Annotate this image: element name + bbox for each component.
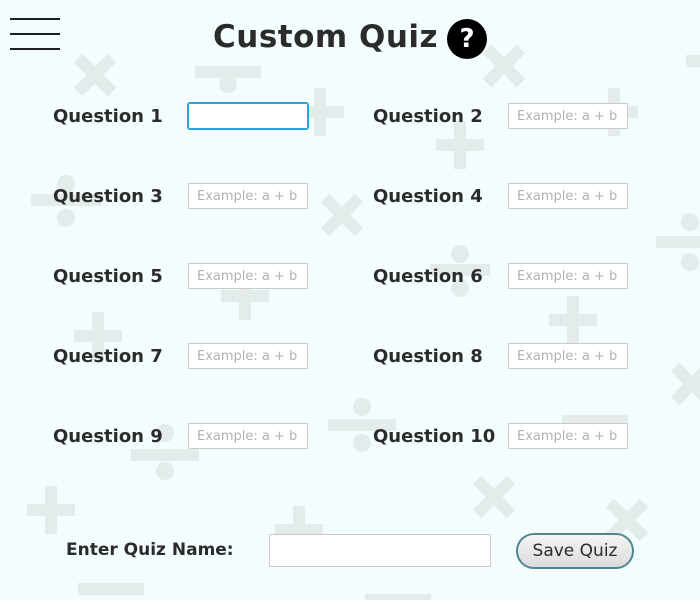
hamburger-menu-icon[interactable] bbox=[10, 18, 60, 52]
page-title: Custom Quiz bbox=[213, 19, 439, 55]
question-6-label: Question 6 bbox=[373, 266, 483, 287]
question-10-input[interactable] bbox=[508, 423, 628, 449]
math-symbol-background bbox=[27, 44, 700, 600]
question-7-input[interactable] bbox=[188, 343, 308, 369]
question-4-label: Question 4 bbox=[373, 186, 483, 207]
question-7-label: Question 7 bbox=[53, 346, 163, 367]
question-3-input[interactable] bbox=[188, 183, 308, 209]
question-mark-icon[interactable]: ? bbox=[447, 19, 487, 59]
question-6-input[interactable] bbox=[508, 263, 628, 289]
quiz-name-input[interactable] bbox=[269, 534, 491, 567]
save-quiz-button[interactable]: Save Quiz bbox=[516, 533, 634, 569]
question-5-input[interactable] bbox=[188, 263, 308, 289]
question-8-label: Question 8 bbox=[373, 346, 483, 367]
question-4-input[interactable] bbox=[508, 183, 628, 209]
question-3-label: Question 3 bbox=[53, 186, 163, 207]
menu-line bbox=[10, 48, 60, 50]
menu-line bbox=[10, 33, 60, 35]
question-5-label: Question 5 bbox=[53, 266, 163, 287]
question-1-label: Question 1 bbox=[53, 106, 163, 127]
question-10-label: Question 10 bbox=[373, 426, 496, 447]
question-2-label: Question 2 bbox=[373, 106, 483, 127]
menu-line bbox=[10, 18, 60, 20]
quiz-name-label: Enter Quiz Name: bbox=[66, 540, 234, 560]
question-9-label: Question 9 bbox=[53, 426, 163, 447]
question-9-input[interactable] bbox=[188, 423, 308, 449]
question-8-input[interactable] bbox=[508, 343, 628, 369]
question-2-input[interactable] bbox=[508, 103, 628, 129]
question-1-input[interactable] bbox=[188, 103, 308, 129]
